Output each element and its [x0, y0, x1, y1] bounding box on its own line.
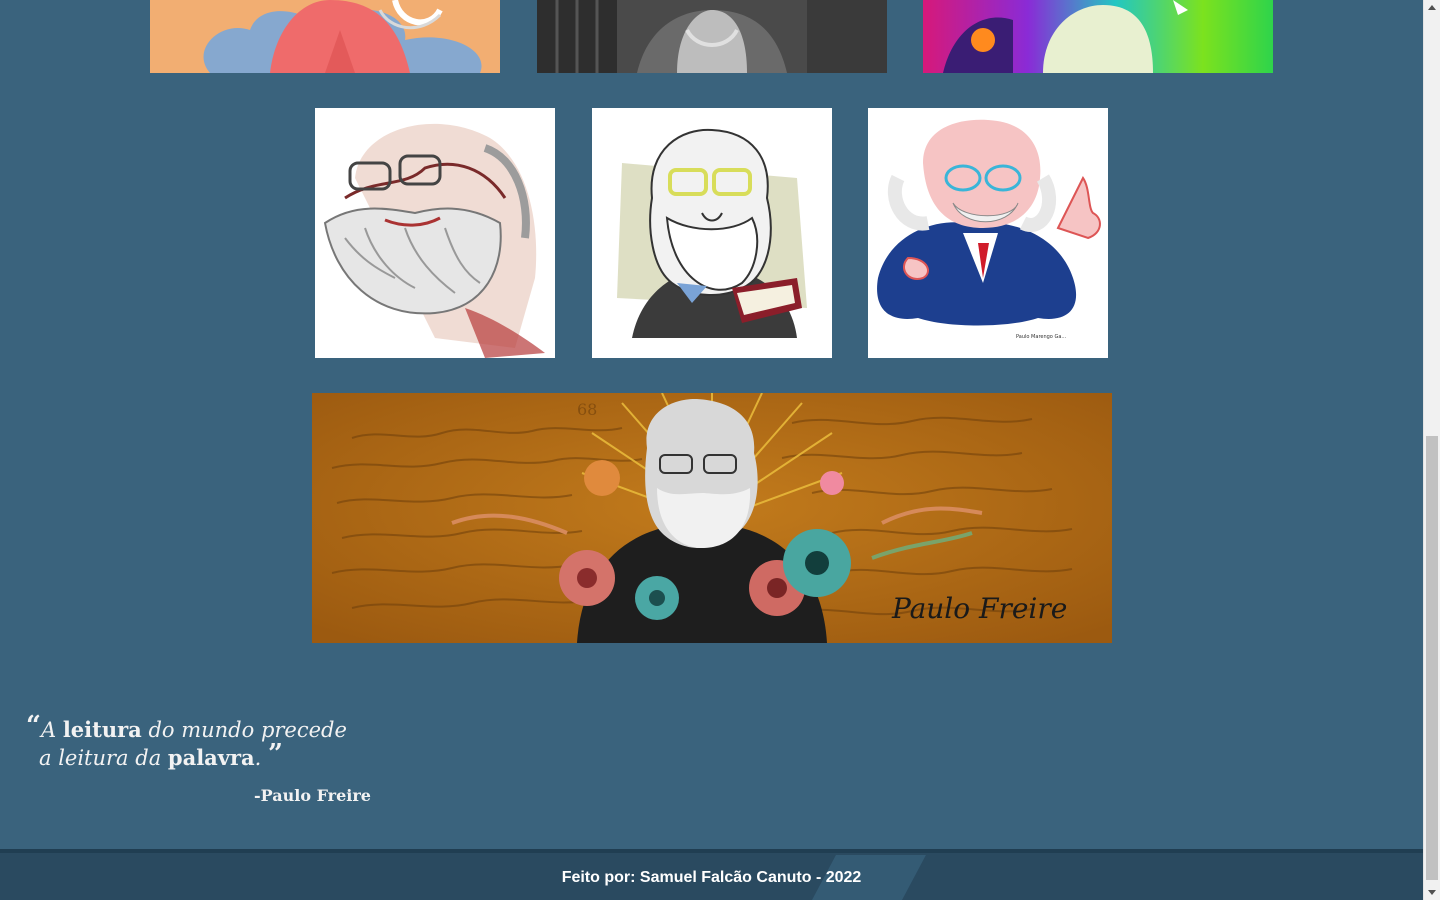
quote-line-1: “A leitura do mundo precede	[26, 711, 347, 742]
caricature-signature: Paulo Marengo Ga...	[1016, 334, 1067, 340]
quote-block: “A leitura do mundo precede a leitura da…	[26, 711, 371, 805]
footer-credit: Feito por: Samuel Falcão Canuto - 2022	[561, 869, 862, 886]
footer: Feito por: Samuel Falcão Canuto - 2022	[0, 849, 1423, 900]
scrollbar-thumb[interactable]	[1426, 436, 1438, 880]
caricature-cartoon-book[interactable]	[592, 108, 832, 358]
quote-author: -Paulo Freire	[254, 786, 371, 805]
scroll-down-arrow-icon[interactable]	[1428, 890, 1436, 895]
page: Paulo Marengo Ga... 68 Paulo Freire “A l…	[0, 0, 1423, 900]
portrait-illustration-orange[interactable]	[150, 0, 500, 73]
banner-flowers-signature[interactable]: 68 Paulo Freire	[312, 393, 1112, 643]
portrait-photo-bw[interactable]	[537, 0, 887, 73]
vertical-scrollbar[interactable]	[1423, 0, 1440, 900]
banner-signature: Paulo Freire	[891, 592, 1067, 625]
banner-page-number: 68	[577, 400, 597, 419]
caricature-pointing[interactable]: Paulo Marengo Ga...	[868, 108, 1108, 358]
quote-line-2: a leitura da palavra. ”	[39, 739, 283, 770]
portrait-illustration-rainbow[interactable]	[923, 0, 1273, 73]
scroll-up-arrow-icon[interactable]	[1428, 5, 1436, 10]
caricature-sketch[interactable]	[315, 108, 555, 358]
